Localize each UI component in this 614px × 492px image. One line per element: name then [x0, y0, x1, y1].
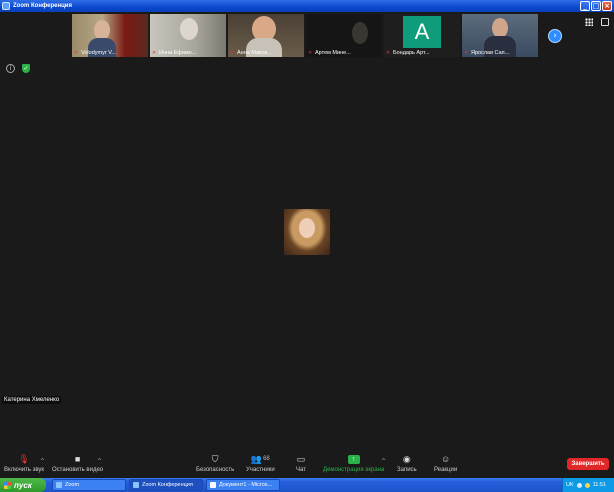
participant-thumbnail[interactable]: A ✕ Бондарь Арт... [384, 14, 460, 57]
active-speaker-name: Катерина Хмеленко [2, 396, 62, 404]
shield-icon: ⛉ [211, 453, 219, 464]
participants-count: 68 [263, 456, 270, 462]
participant-thumbnail[interactable]: ✕ Артем Мине... [306, 14, 382, 57]
zoom-app-icon [133, 482, 139, 488]
window-controls: _ □ × [580, 1, 612, 11]
gallery-view-icon[interactable] [585, 18, 593, 26]
windows-taskbar: пуск Zoom Zoom Конференция Документ1 - M… [0, 478, 614, 492]
participant-thumbnail[interactable]: ✕ Volodymyr V... [72, 14, 148, 57]
taskbar-item-word-document[interactable]: Документ1 - Micros... [206, 479, 280, 491]
zoom-app-icon [2, 2, 10, 10]
maximize-button[interactable]: □ [591, 1, 601, 11]
keyboard-language[interactable]: UK [566, 482, 574, 488]
clock: 11:51 [592, 482, 606, 488]
audio-options-chevron-icon[interactable]: ^ [40, 458, 45, 465]
record-button[interactable]: ◉ Запись [397, 453, 417, 474]
participant-thumbnail[interactable]: ✕ Анна Макси... [228, 14, 304, 57]
encryption-shield-icon[interactable]: ✓ [22, 64, 30, 73]
video-camera-icon: ■ [74, 454, 81, 464]
thumbnail-label: ✕ Анна Макси... [230, 49, 272, 56]
meeting-info-icon[interactable]: i [6, 64, 15, 73]
participants-icon: 👥 68 [250, 453, 270, 464]
minimize-button[interactable]: _ [580, 1, 590, 11]
chat-bubble-icon: ▭ [296, 453, 306, 464]
start-button[interactable]: пуск [0, 478, 46, 492]
share-screen-button[interactable]: ↑ Демонстрация экрана [323, 454, 384, 473]
thumbnail-label: ✕ Инна Ефимо... [152, 49, 197, 56]
close-button[interactable]: × [602, 1, 612, 11]
video-options-chevron-icon[interactable]: ^ [97, 458, 102, 465]
mic-muted-icon: ✕ [464, 49, 469, 56]
taskbar-item-zoom[interactable]: Zoom [52, 479, 126, 491]
title-bar: Zoom Конференция _ □ × [0, 0, 614, 12]
window-title: Zoom Конференция [13, 3, 72, 9]
participant-strip: ✕ Volodymyr V... ✕ Инна Ефимо... ✕ Анна Мак… [72, 14, 538, 57]
unmute-button[interactable]: 🎙 Включить звук [4, 453, 44, 474]
stop-video-button[interactable]: ■ Остановить видео [52, 454, 103, 473]
next-page-button[interactable]: › [548, 29, 562, 43]
chat-button[interactable]: ▭ Чат [295, 453, 307, 474]
active-speaker-video [284, 209, 330, 255]
participant-face [352, 22, 368, 44]
thumbnail-label: ✕ Volodymyr V... [74, 49, 116, 56]
mic-muted-icon: ✕ [74, 49, 79, 56]
thumbnail-label: ✕ Бондарь Арт... [386, 49, 430, 56]
share-screen-icon: ↑ [347, 454, 360, 464]
mic-muted-icon: ✕ [386, 49, 391, 56]
mic-off-icon: 🎙 [18, 453, 30, 464]
reactions-button[interactable]: ☺ Реакции [434, 454, 457, 473]
participant-face [94, 20, 110, 40]
windows-logo-icon [4, 481, 11, 489]
volume-icon[interactable] [584, 482, 590, 488]
record-icon: ◉ [402, 453, 411, 464]
speaker-face [299, 218, 315, 238]
end-meeting-button[interactable]: Завершить [567, 458, 609, 470]
security-button[interactable]: ⛉ Безопасность [196, 453, 234, 474]
participant-face [492, 18, 508, 38]
zoom-app-icon [56, 482, 62, 488]
fullscreen-icon[interactable] [601, 18, 609, 26]
tray-app-icon[interactable] [576, 482, 582, 488]
emoji-icon: ☺ [440, 454, 451, 464]
thumbnail-label: ✕ Ярослав Сап... [464, 49, 510, 56]
mic-muted-icon: ✕ [152, 49, 157, 56]
participants-button[interactable]: 👥 68 Участники [246, 453, 275, 474]
share-options-chevron-icon[interactable]: ^ [381, 458, 386, 465]
participant-thumbnail[interactable]: ✕ Ярослав Сап... [462, 14, 538, 57]
mic-muted-icon: ✕ [308, 49, 313, 56]
participant-avatar: A [403, 16, 441, 48]
word-document-icon [210, 482, 216, 488]
taskbar-item-zoom-meeting[interactable]: Zoom Конференция [129, 479, 203, 491]
participant-face [180, 18, 198, 40]
participant-thumbnail[interactable]: ✕ Инна Ефимо... [150, 14, 226, 57]
thumbnail-label: ✕ Артем Мине... [308, 49, 351, 56]
zoom-window: Zoom Конференция _ □ × ✕ Volodymyr V... ✕… [0, 0, 614, 492]
meeting-toolbar: 🎙 Включить звук ^ ■ Остановить видео ^ ⛉… [0, 452, 614, 478]
mic-muted-icon: ✕ [230, 49, 235, 56]
system-tray: UK 11:51 [562, 478, 614, 492]
